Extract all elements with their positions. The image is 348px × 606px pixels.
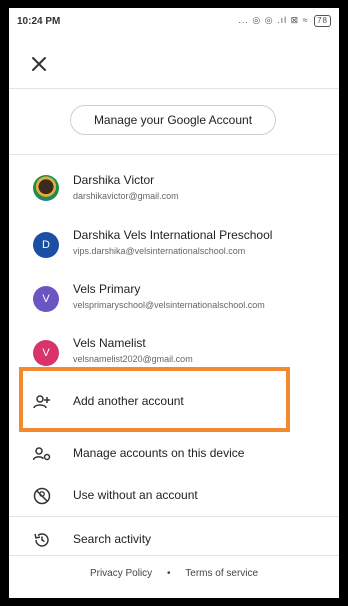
account-name: Vels Namelist — [73, 336, 146, 350]
close-icon — [32, 57, 46, 71]
terms-of-service-link[interactable]: Terms of service — [185, 568, 258, 579]
account-item-darshika-victor[interactable]: Darshika Victor darshikavictor@gmail.com — [9, 173, 339, 223]
close-button[interactable] — [27, 52, 51, 76]
account-email: vips.darshika@velsinternationalschool.co… — [73, 246, 246, 256]
footer-divider — [9, 555, 339, 556]
footer-separator: • — [166, 568, 171, 579]
menu-label: Manage accounts on this device — [73, 446, 245, 460]
search-activity-button[interactable]: Search activity — [9, 520, 339, 560]
account-item-darshika-preschool[interactable]: D Darshika Vels International Preschool … — [9, 228, 339, 278]
account-name: Darshika Vels International Preschool — [73, 228, 273, 242]
add-person-icon — [33, 395, 50, 409]
account-name: Vels Primary — [73, 282, 141, 296]
battery-icon: 78 — [314, 15, 331, 27]
history-icon — [34, 533, 49, 547]
status-time: 10:24 PM — [17, 16, 61, 27]
account-item-vels-namelist[interactable]: V Vels Namelist velsnamelist2020@gmail.c… — [9, 336, 339, 386]
account-email: darshikavictor@gmail.com — [73, 191, 179, 201]
account-item-vels-primary[interactable]: V Vels Primary velsprimaryschool@velsint… — [9, 282, 339, 332]
status-bar: 10:24 PM ... ◎ ◎ .ıl ⊠ ≈ 78 — [9, 8, 339, 34]
accounts-divider — [9, 154, 339, 155]
footer-links: Privacy Policy • Terms of service — [9, 568, 339, 579]
avatar: D — [33, 232, 59, 258]
avatar: V — [33, 286, 59, 312]
manage-accounts-on-device-button[interactable]: Manage accounts on this device — [9, 434, 339, 474]
avatar — [33, 175, 59, 201]
avatar: V — [33, 340, 59, 366]
header-divider — [9, 88, 339, 89]
account-switcher-screen: 10:24 PM ... ◎ ◎ .ıl ⊠ ≈ 78 Manage your … — [9, 8, 339, 598]
status-icons: ... ◎ ◎ .ıl ⊠ ≈ 78 — [238, 15, 331, 27]
privacy-policy-link[interactable]: Privacy Policy — [90, 568, 152, 579]
account-email: velsprimaryschool@velsinternationalschoo… — [73, 300, 265, 310]
use-without-account-button[interactable]: Use without an account — [9, 476, 339, 516]
menu-divider — [9, 516, 339, 517]
add-another-account-button[interactable]: Add another account — [9, 382, 339, 422]
account-email: velsnamelist2020@gmail.com — [73, 354, 193, 364]
no-account-icon — [33, 487, 51, 505]
menu-label: Add another account — [73, 394, 184, 408]
menu-label: Search activity — [73, 532, 152, 546]
status-indicators: ... ◎ ◎ .ıl ⊠ ≈ — [238, 15, 309, 25]
manage-google-account-button[interactable]: Manage your Google Account — [70, 105, 276, 135]
account-name: Darshika Victor — [73, 173, 155, 187]
menu-label: Use without an account — [73, 488, 198, 502]
manage-accounts-icon — [33, 447, 51, 461]
